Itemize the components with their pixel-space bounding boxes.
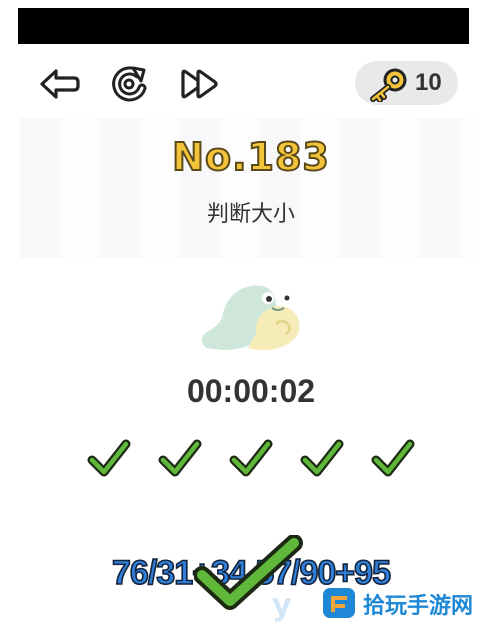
top-black-bar xyxy=(18,8,469,44)
fast-forward-icon xyxy=(181,69,218,99)
restart-icon xyxy=(112,66,147,102)
back-arrow-icon xyxy=(40,69,80,99)
back-button[interactable] xyxy=(38,64,82,104)
check-icon xyxy=(371,439,415,477)
check-icon xyxy=(300,439,344,477)
progress-checks xyxy=(86,436,416,480)
timer: 00:00:02 xyxy=(186,373,316,409)
keys-count: 10 xyxy=(415,69,442,96)
level-number: No.183 xyxy=(171,134,330,180)
level-title: 判断大小 xyxy=(206,202,295,227)
keys-counter[interactable]: 10 xyxy=(355,61,458,105)
snail-mascot-icon xyxy=(201,285,300,351)
check-icon xyxy=(229,439,273,477)
watermark-text: 拾玩手游网 xyxy=(363,594,474,619)
watermark-logo-icon xyxy=(323,588,355,618)
watermark: 拾玩手游网 xyxy=(315,582,485,624)
check-icon xyxy=(87,439,131,477)
key-icon xyxy=(370,68,407,102)
restart-button[interactable] xyxy=(108,64,152,104)
skip-button[interactable] xyxy=(178,64,222,104)
watermark-faint-letter: y xyxy=(272,588,292,623)
check-icon xyxy=(158,439,202,477)
